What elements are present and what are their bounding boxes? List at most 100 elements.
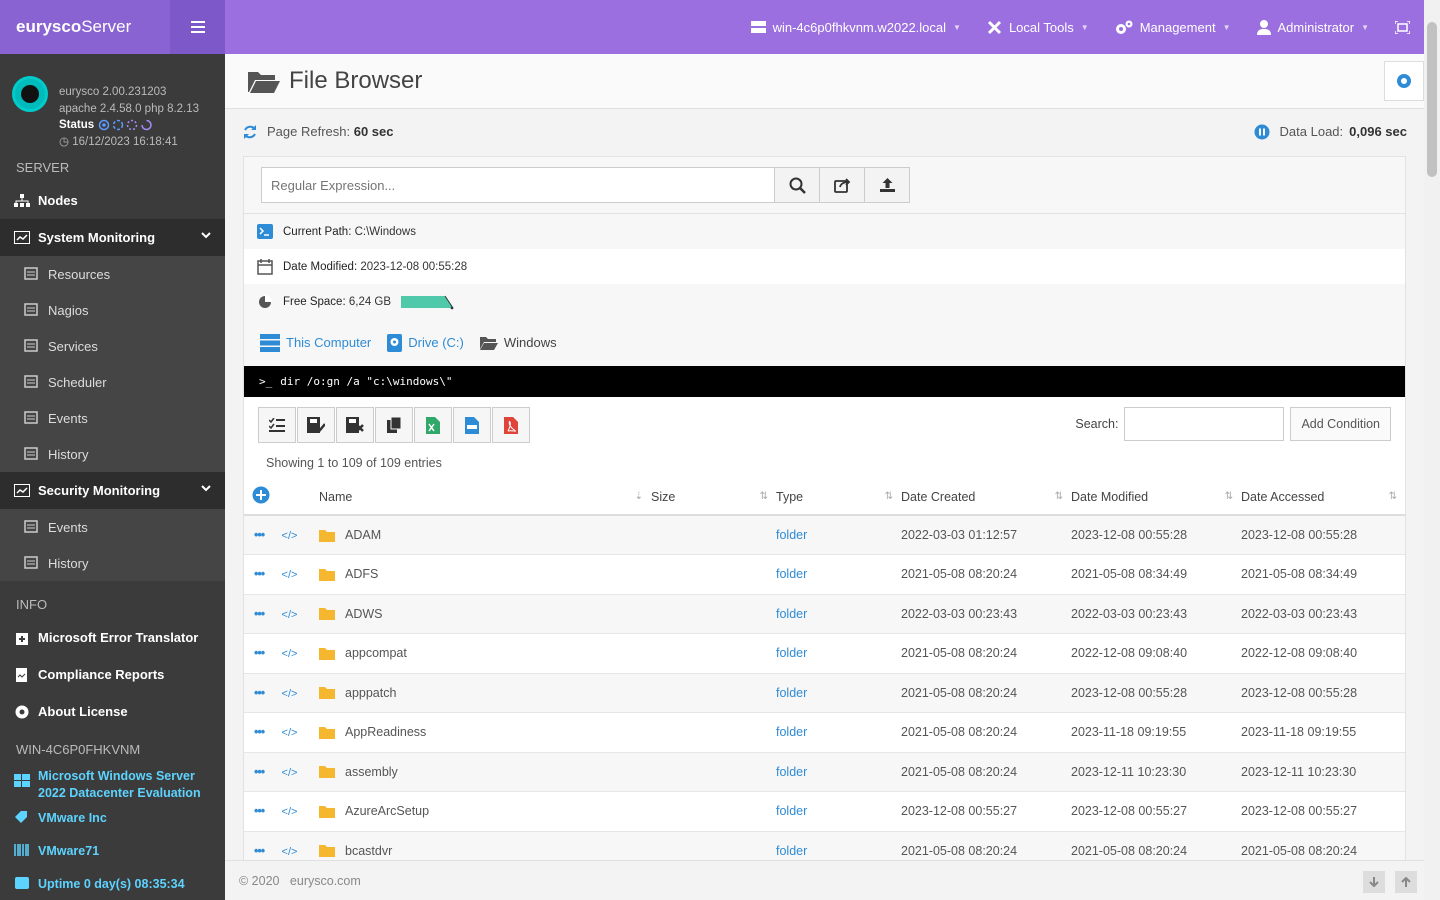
file-name[interactable]: ADFS [345,567,378,581]
caret-icon: ▼ [1222,22,1231,32]
nav-compliance-reports[interactable]: Compliance Reports [0,656,225,693]
save-state-button[interactable] [297,407,335,443]
status-label: Status [59,119,95,131]
app-logo[interactable]: euryscoServer [16,17,131,37]
scroll-down-button[interactable] [1363,871,1385,893]
col-type[interactable]: Type ⇅ [776,479,901,516]
row-actions-icon[interactable]: ••• [254,844,265,858]
code-icon[interactable]: </> [282,569,298,581]
regex-input[interactable] [261,167,775,203]
footer-site-link[interactable]: eurysco.com [290,874,361,888]
table-row[interactable]: ••• </> assembly folder 2021-05-08 08:20:24… [244,752,1405,792]
file-type[interactable]: folder [776,633,901,674]
table-row[interactable]: ••• </> ADFS folder 2021-05-08 08:20:24 2021… [244,554,1405,595]
code-icon[interactable]: </> [282,846,298,858]
user-menu[interactable]: Administrator ▼ [1256,19,1369,35]
code-icon[interactable]: </> [282,688,298,700]
upload-button[interactable] [865,167,910,203]
col-date-accessed[interactable]: Date Accessed ⇅ [1241,479,1405,516]
code-icon[interactable]: </> [282,806,298,818]
file-name[interactable]: AzureArcSetup [345,804,429,818]
refresh-icon[interactable] [242,124,258,140]
table-search-input[interactable] [1124,407,1285,441]
file-type[interactable]: folder [776,673,901,713]
column-visibility-button[interactable] [258,407,296,443]
table-row[interactable]: ••• </> AppReadiness folder 2021-05-08 08:2… [244,712,1405,753]
row-actions-icon[interactable]: ••• [254,567,265,581]
scroll-up-button[interactable] [1395,871,1417,893]
export-csv-button[interactable] [453,407,491,443]
add-condition-button[interactable]: Add Condition [1290,407,1391,441]
code-icon[interactable]: </> [282,530,298,542]
settings-button[interactable] [1384,61,1424,101]
file-type[interactable]: folder [776,594,901,634]
nav-about-license[interactable]: About License [0,693,225,730]
scrollbar-thumb[interactable] [1427,22,1437,177]
file-name[interactable]: ADWS [345,607,383,621]
file-type[interactable]: folder [776,712,901,753]
code-icon[interactable]: </> [282,609,298,621]
clear-state-button[interactable] [336,407,374,443]
row-actions-icon[interactable]: ••• [254,646,265,660]
row-actions-icon[interactable]: ••• [254,686,265,700]
host-menu[interactable]: win-4c6p0fhkvnm.w2022.local ▼ [750,20,961,35]
file-type[interactable]: folder [776,554,901,595]
copy-button[interactable] [375,407,413,443]
pause-icon[interactable] [1254,124,1270,140]
code-icon[interactable]: </> [282,767,298,779]
breadcrumb-drive[interactable]: Drive (C:) [408,335,464,350]
file-type[interactable]: folder [776,752,901,792]
row-actions-icon[interactable]: ••• [254,528,265,542]
row-actions-icon[interactable]: ••• [254,804,265,818]
share-button[interactable] [820,167,865,203]
search-button[interactable] [775,167,820,203]
sidebar-item-events[interactable]: Events [0,400,225,436]
col-date-created[interactable]: Date Created ⇅ [901,479,1071,516]
sidebar-item-events[interactable]: Events [0,509,225,545]
status-icons[interactable] [98,119,158,131]
export-pdf-button[interactable] [492,407,530,443]
sidebar-item-history[interactable]: History [0,436,225,472]
nav-nodes[interactable]: Nodes [0,182,225,219]
row-actions-icon[interactable]: ••• [254,607,265,621]
management-menu[interactable]: Management ▼ [1115,20,1231,35]
table-row[interactable]: ••• </> AzureArcSetup folder 2023-12-08 00:… [244,791,1405,832]
file-name[interactable]: bcastdvr [345,844,392,858]
file-name[interactable]: assembly [345,765,398,779]
table-row[interactable]: ••• </> bcastdvr folder 2021-05-08 08:20:24… [244,831,1405,860]
table-row[interactable]: ••• </> appcompat folder 2021-05-08 08:20:2… [244,633,1405,674]
sidebar-item-nagios[interactable]: Nagios [0,292,225,328]
sidebar-item-resources[interactable]: Resources [0,256,225,292]
export-excel-button[interactable] [414,407,452,443]
table-row[interactable]: ••• </> ADWS folder 2022-03-03 00:23:43 2022… [244,594,1405,634]
col-name[interactable]: Name ⇣ [319,479,651,516]
nav-system-monitoring[interactable]: System Monitoring [0,219,225,256]
sidebar-item-scheduler[interactable]: Scheduler [0,364,225,400]
file-type[interactable]: folder [776,791,901,832]
page-scrollbar[interactable] [1424,0,1440,900]
file-type[interactable]: folder [776,831,901,860]
table-row[interactable]: ••• </> ADAM folder 2022-03-03 01:12:57 2023… [244,515,1405,555]
file-name[interactable]: AppReadiness [345,725,426,739]
row-actions-icon[interactable]: ••• [254,765,265,779]
file-name[interactable]: appcompat [345,646,407,660]
nav-error-translator[interactable]: Microsoft Error Translator [0,619,225,656]
table-row[interactable]: ••• </> apppatch folder 2021-05-08 08:20:24… [244,673,1405,713]
breadcrumb-this-computer[interactable]: This Computer [286,335,371,350]
nav-security-monitoring[interactable]: Security Monitoring [0,472,225,509]
sidebar-item-services[interactable]: Services [0,328,225,364]
code-icon[interactable]: </> [282,727,298,739]
free-space-sparkline [401,295,454,309]
file-name[interactable]: ADAM [345,528,381,542]
code-icon[interactable]: </> [282,648,298,660]
menu-toggle-button[interactable] [170,0,225,54]
file-name[interactable]: apppatch [345,686,396,700]
fullscreen-button[interactable] [1395,20,1410,34]
file-type[interactable]: folder [776,515,901,555]
col-size[interactable]: Size ⇅ [651,479,776,516]
row-actions-icon[interactable]: ••• [254,725,265,739]
expand-all-header[interactable] [244,479,319,516]
col-date-modified[interactable]: Date Modified ⇅ [1071,479,1241,516]
local-tools-menu[interactable]: Local Tools ▼ [987,20,1089,35]
sidebar-item-history[interactable]: History [0,545,225,581]
